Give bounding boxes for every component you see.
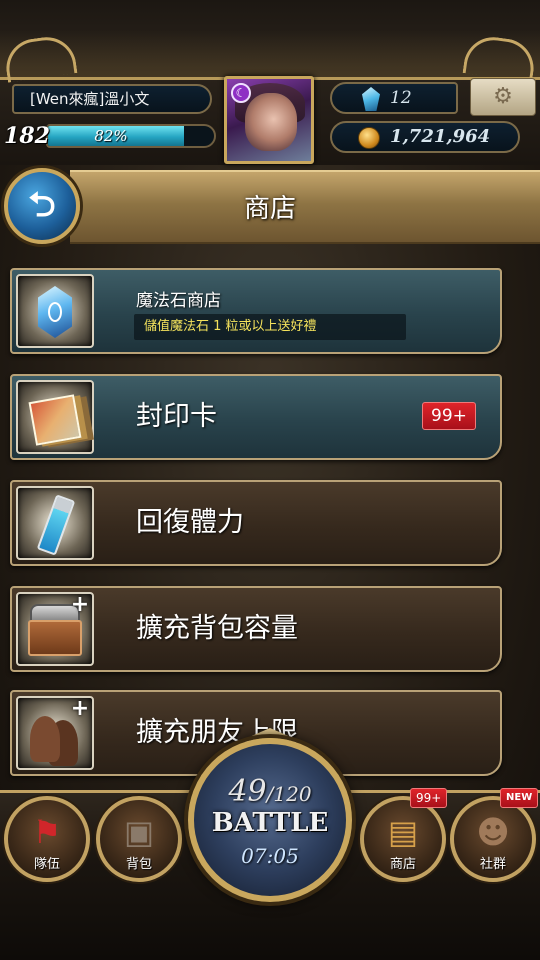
nav-label: 社群 — [479, 857, 506, 872]
battle-energy: 49/120 — [194, 774, 346, 809]
plus-icon: + — [70, 592, 90, 617]
flag-icon: ⚑ — [32, 813, 62, 851]
shop-item-label: 封印卡 — [136, 401, 217, 432]
nav-team[interactable]: ⚑ 隊伍 — [4, 796, 90, 882]
battle-timer: 07:05 — [241, 844, 299, 868]
exp-percent: 82% — [94, 127, 128, 145]
magic-stone-count: 12 — [390, 88, 412, 108]
player-name: [Wen來瘋]溫小文 — [12, 84, 212, 114]
battle-label: BATTLE — [211, 808, 329, 838]
energy-max: /120 — [266, 782, 312, 806]
coin-count: 1,721,964 — [390, 126, 491, 147]
shop-item-restore-stamina[interactable]: 回復體力 — [10, 480, 502, 566]
page-title: 商店 — [243, 194, 296, 224]
nav-label: 背包 — [125, 857, 152, 872]
title-banner: 商店 — [70, 170, 540, 244]
leader-avatar[interactable]: ☾ — [224, 76, 314, 164]
nav-label: 商店 — [389, 857, 416, 872]
treasure-chest-icon: ▤ — [387, 813, 419, 851]
nav-social[interactable]: ☻ 社群 NEW — [450, 788, 539, 882]
back-button[interactable]: ⮌ — [4, 168, 80, 244]
top-ornament — [0, 30, 540, 80]
plus-icon: + — [70, 696, 90, 721]
stamina-potion-icon — [16, 486, 94, 560]
shop-item-magic-stone-shop[interactable]: 魔法石商店 儲值魔法石 1 粒或以上送好禮 — [10, 268, 502, 354]
nav-label: 隊伍 — [33, 857, 60, 872]
player-level: 182 — [4, 123, 50, 149]
battle-button[interactable]: 49/120 BATTLE 07:05 — [188, 738, 352, 902]
avatar-face — [245, 93, 297, 151]
shop-item-label: 魔法石商店 — [136, 291, 221, 311]
magic-stone-icon — [362, 87, 380, 111]
social-icon: ☻ — [476, 813, 510, 851]
nav-badge: 99+ — [410, 788, 448, 808]
back-arrow-icon: ⮌ — [28, 185, 56, 225]
seal-cards-icon — [16, 380, 94, 454]
friends-icon: + — [16, 696, 94, 770]
coin-icon — [358, 127, 380, 149]
moon-attribute-icon: ☾ — [231, 83, 251, 103]
shop-item-seal-cards[interactable]: 封印卡 99+ — [10, 374, 502, 460]
gear-icon: ⚙ — [493, 84, 513, 109]
magic-stone-counter: 12 — [330, 82, 458, 114]
energy-current: 49 — [228, 774, 267, 809]
shop-item-label: 擴充背包容量 — [136, 613, 298, 644]
count-badge: 99+ — [422, 402, 476, 430]
exp-bar: 82% — [46, 124, 216, 148]
shop-item-expand-backpack[interactable]: + 擴充背包容量 — [10, 586, 502, 672]
magic-stone-icon — [16, 274, 94, 348]
backpack-chest-icon: + — [16, 592, 94, 666]
shop-item-label: 回復體力 — [136, 507, 244, 538]
settings-button[interactable]: ⚙ — [470, 78, 536, 116]
new-badge: NEW — [500, 788, 539, 808]
bag-icon: ▣ — [123, 813, 155, 851]
nav-shop[interactable]: ▤ 商店 99+ — [360, 788, 448, 882]
coin-counter: 1,721,964 — [330, 121, 520, 153]
shop-item-subtitle: 儲值魔法石 1 粒或以上送好禮 — [134, 314, 406, 340]
nav-bag[interactable]: ▣ 背包 — [96, 796, 182, 882]
